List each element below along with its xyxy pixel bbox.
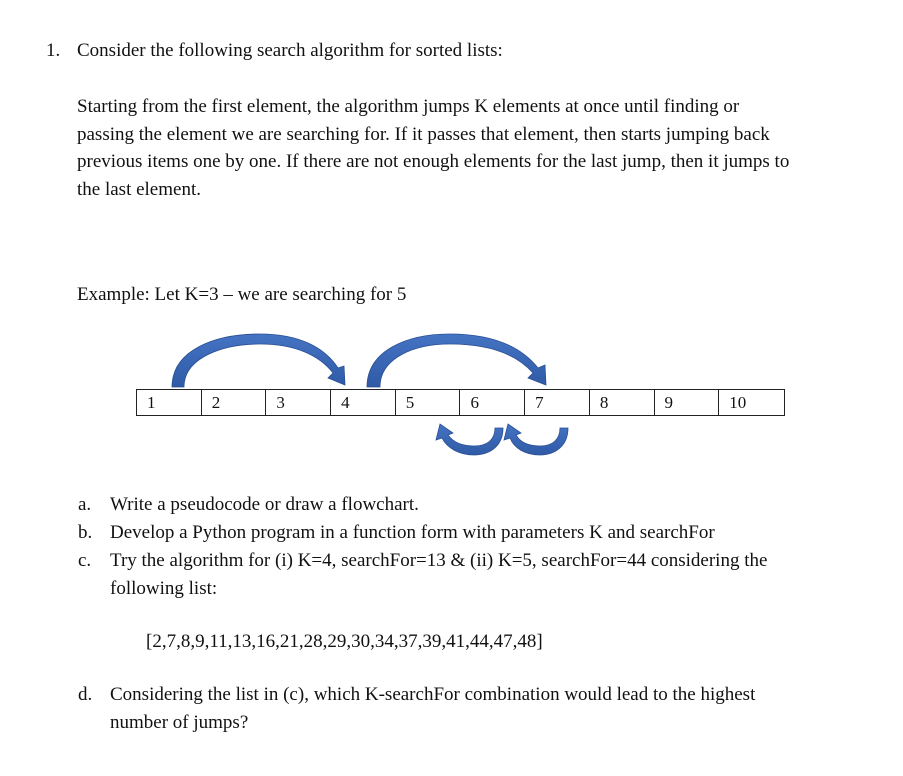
example-heading: Example: Let K=3 – we are searching for … [77,284,407,305]
description-line: passing the element we are searching for… [77,123,770,145]
description-line: the last element. [77,178,201,200]
backward-jump-arrow-icon [435,423,504,456]
part-label: d. [78,684,93,705]
array-cell: 4 [331,390,396,415]
array-cell: 9 [655,390,720,415]
array-cell: 8 [590,390,655,415]
description-line: previous items one by one. If there are … [77,151,790,172]
part-text: Try the algorithm for (i) K=4, searchFor… [110,550,768,571]
backward-jump-arrow-icon [503,423,569,456]
question-number: 1. [46,40,61,61]
search-list: [2,7,8,9,11,13,16,21,28,29,30,34,37,39,4… [146,631,543,652]
question-title: Consider the following search algorithm … [77,40,503,61]
part-label: a. [78,494,92,515]
forward-jump-arrow-icon [366,333,547,388]
part-text: Write a pseudocode or draw a flowchart. [110,494,419,515]
forward-jump-arrow-icon [171,333,346,388]
algorithm-description: Starting from the first element, the alg… [77,93,877,203]
part-label: c. [78,550,92,571]
description-line: Starting from the first element, the alg… [77,96,740,117]
part-text: Develop a Python program in a function f… [110,522,715,543]
part-label: b. [78,522,93,543]
array-cell: 10 [729,393,747,412]
part-text: following list: [110,578,218,599]
array-cell: 5 [396,390,461,415]
array-cell: 3 [266,390,332,415]
array-cell: 7 [525,390,590,415]
array-cell: 6 [460,390,526,415]
part-text: Considering the list in (c), which K-sea… [110,684,756,705]
part-text: number of jumps? [110,712,249,733]
example-array: 1 2 3 4 5 6 7 8 9 10 [136,389,785,416]
array-cell: 1 [137,390,202,415]
array-cell: 2 [202,390,267,415]
